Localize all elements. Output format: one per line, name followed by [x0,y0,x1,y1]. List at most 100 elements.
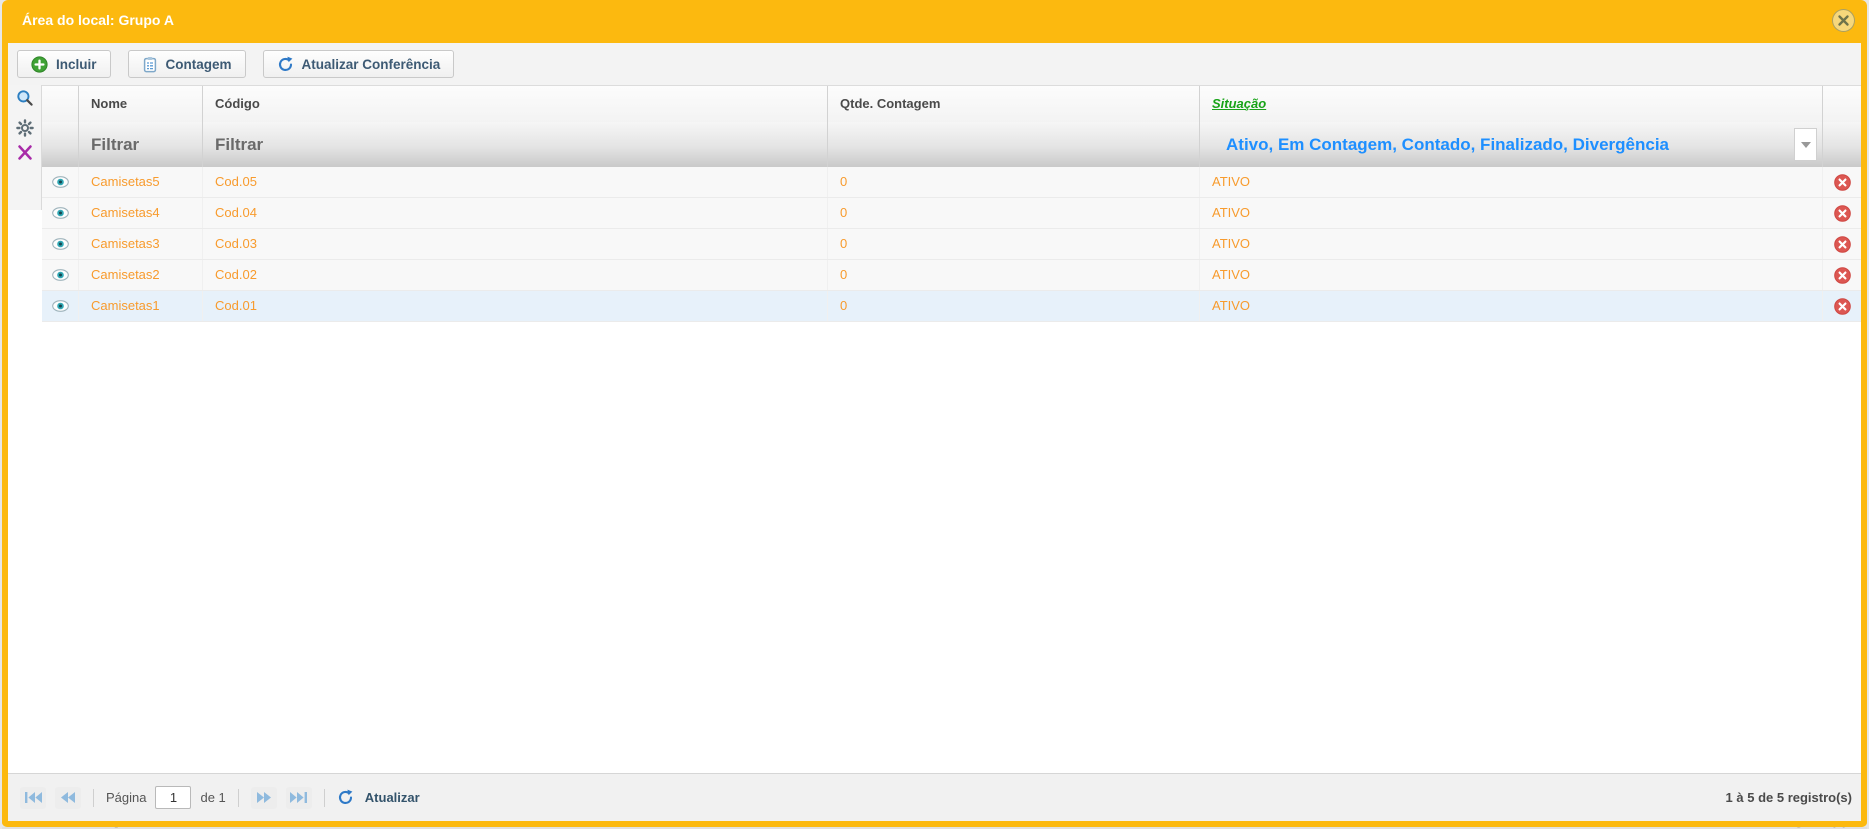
cell-nome: Camisetas4 [78,198,202,228]
contagem-button[interactable]: Contagem [128,50,246,78]
situacao-dropdown-button[interactable] [1794,128,1817,161]
delete-row-button[interactable] [1822,167,1861,197]
table-row[interactable]: Camisetas3 Cod.03 0 ATIVO [42,229,1861,260]
eye-icon [52,269,69,281]
first-page-button[interactable] [20,787,46,809]
cell-nome: Camisetas2 [78,260,202,290]
cell-nome: Camisetas3 [78,229,202,259]
prev-page-icon [61,792,75,803]
table-row[interactable]: Camisetas4 Cod.04 0 ATIVO [42,198,1861,229]
filter-situacao-value[interactable]: Ativo, Em Contagem, Contado, Finalizado,… [1199,122,1822,167]
header-qtde-contagem: Qtde. Contagem [827,86,1199,122]
clipboard-icon [142,56,158,73]
eye-icon [52,238,69,250]
pagination-divider [93,789,94,807]
view-row-button[interactable] [42,260,78,290]
atualizar-conferencia-button[interactable]: Atualizar Conferência [263,50,455,78]
ghost-pagina-label: Página [97,827,137,828]
cell-codigo: Cod.01 [202,291,827,321]
close-icon[interactable] [1832,9,1855,32]
cell-situacao: ATIVO [1199,167,1822,197]
view-row-button[interactable] [42,198,78,228]
atualizar-conferencia-label: Atualizar Conferência [302,57,441,72]
table-filter-row: Filtrar Filtrar Ativo, Em Contagem, Cont… [42,122,1861,167]
view-row-button[interactable] [42,229,78,259]
cell-situacao: ATIVO [1199,291,1822,321]
prev-page-button[interactable] [55,787,81,809]
cell-nome: Camisetas1 [78,291,202,321]
delete-icon [1834,236,1851,253]
delete-icon [1834,174,1851,191]
pagination-bar: Página de 1 Atua [8,773,1861,821]
cell-codigo: Cod.05 [202,167,827,197]
filter-view-column [42,122,78,167]
atualizar-link[interactable]: Atualizar [365,790,420,805]
header-actions-column [1822,86,1861,122]
incluir-label: Incluir [56,57,97,72]
delete-icon [1834,267,1851,284]
plus-circle-icon [31,56,48,73]
cell-codigo: Cod.04 [202,198,827,228]
toolbar: Incluir Contagem Atualizar Conferência [8,43,1861,85]
cell-codigo: Cod.02 [202,260,827,290]
refresh-icon[interactable] [337,789,354,806]
page-number-input[interactable] [155,786,191,809]
refresh-icon [277,56,294,73]
view-row-button[interactable] [42,167,78,197]
next-page-button[interactable] [251,787,277,809]
eye-icon [52,300,69,312]
grid-tools-strip [8,85,42,210]
filter-qtde-input[interactable] [827,122,1199,167]
dialog-titlebar: Área do local: Grupo A [8,0,1861,43]
of-pages-label: de 1 [200,790,225,805]
clear-filter-x-icon[interactable] [16,145,34,160]
header-situacao[interactable]: Situação [1199,86,1822,122]
cell-qtde: 0 [827,291,1199,321]
incluir-button[interactable]: Incluir [17,50,111,78]
pagination-divider [324,789,325,807]
view-row-button[interactable] [42,291,78,321]
cell-nome: Camisetas5 [78,167,202,197]
eye-icon [52,176,69,188]
next-page-icon [257,792,271,803]
search-icon[interactable] [16,89,34,107]
cell-situacao: ATIVO [1199,260,1822,290]
last-page-button[interactable] [286,787,312,809]
table-row[interactable]: Camisetas2 Cod.02 0 ATIVO [42,260,1861,291]
delete-row-button[interactable] [1822,198,1861,228]
pagina-label: Página [106,790,146,805]
cell-qtde: 0 [827,167,1199,197]
cell-qtde: 0 [827,198,1199,228]
cell-situacao: ATIVO [1199,198,1822,228]
cell-situacao: ATIVO [1199,229,1822,259]
first-page-icon [25,792,42,803]
pagination-divider [238,789,239,807]
cell-codigo: Cod.03 [202,229,827,259]
filter-nome-input[interactable]: Filtrar [78,122,202,167]
delete-row-button[interactable] [1822,260,1861,290]
records-count-label: 1 à 5 de 5 registro(s) [1726,774,1852,821]
close-x-glyph [1837,14,1850,27]
delete-icon [1834,298,1851,315]
contagem-label: Contagem [166,57,232,72]
filter-codigo-input[interactable]: Filtrar [202,122,827,167]
chevron-down-icon [1801,142,1811,148]
dialog-content: Incluir Contagem Atualizar Conferência [8,43,1861,821]
header-view-column [42,86,78,122]
table-row[interactable]: Camisetas5 Cod.05 0 ATIVO [42,167,1861,198]
header-nome: Nome [78,86,202,122]
ghost-records-label: 1 à 5 de 5 registro(s) [1721,827,1847,828]
eye-icon [52,207,69,219]
delete-row-button[interactable] [1822,291,1861,321]
gear-icon[interactable] [16,119,34,137]
table-header-row: Nome Código Qtde. Contagem Situação [42,85,1861,122]
header-codigo: Código [202,86,827,122]
delete-icon [1834,205,1851,222]
cell-qtde: 0 [827,260,1199,290]
delete-row-button[interactable] [1822,229,1861,259]
cell-qtde: 0 [827,229,1199,259]
area-local-dialog: Área do local: Grupo A Incluir [2,0,1867,827]
records-table: Nome Código Qtde. Contagem Situação Filt… [42,85,1861,322]
table-row-selected[interactable]: Camisetas1 Cod.01 0 ATIVO [42,291,1861,322]
dialog-title: Área do local: Grupo A [22,0,174,41]
